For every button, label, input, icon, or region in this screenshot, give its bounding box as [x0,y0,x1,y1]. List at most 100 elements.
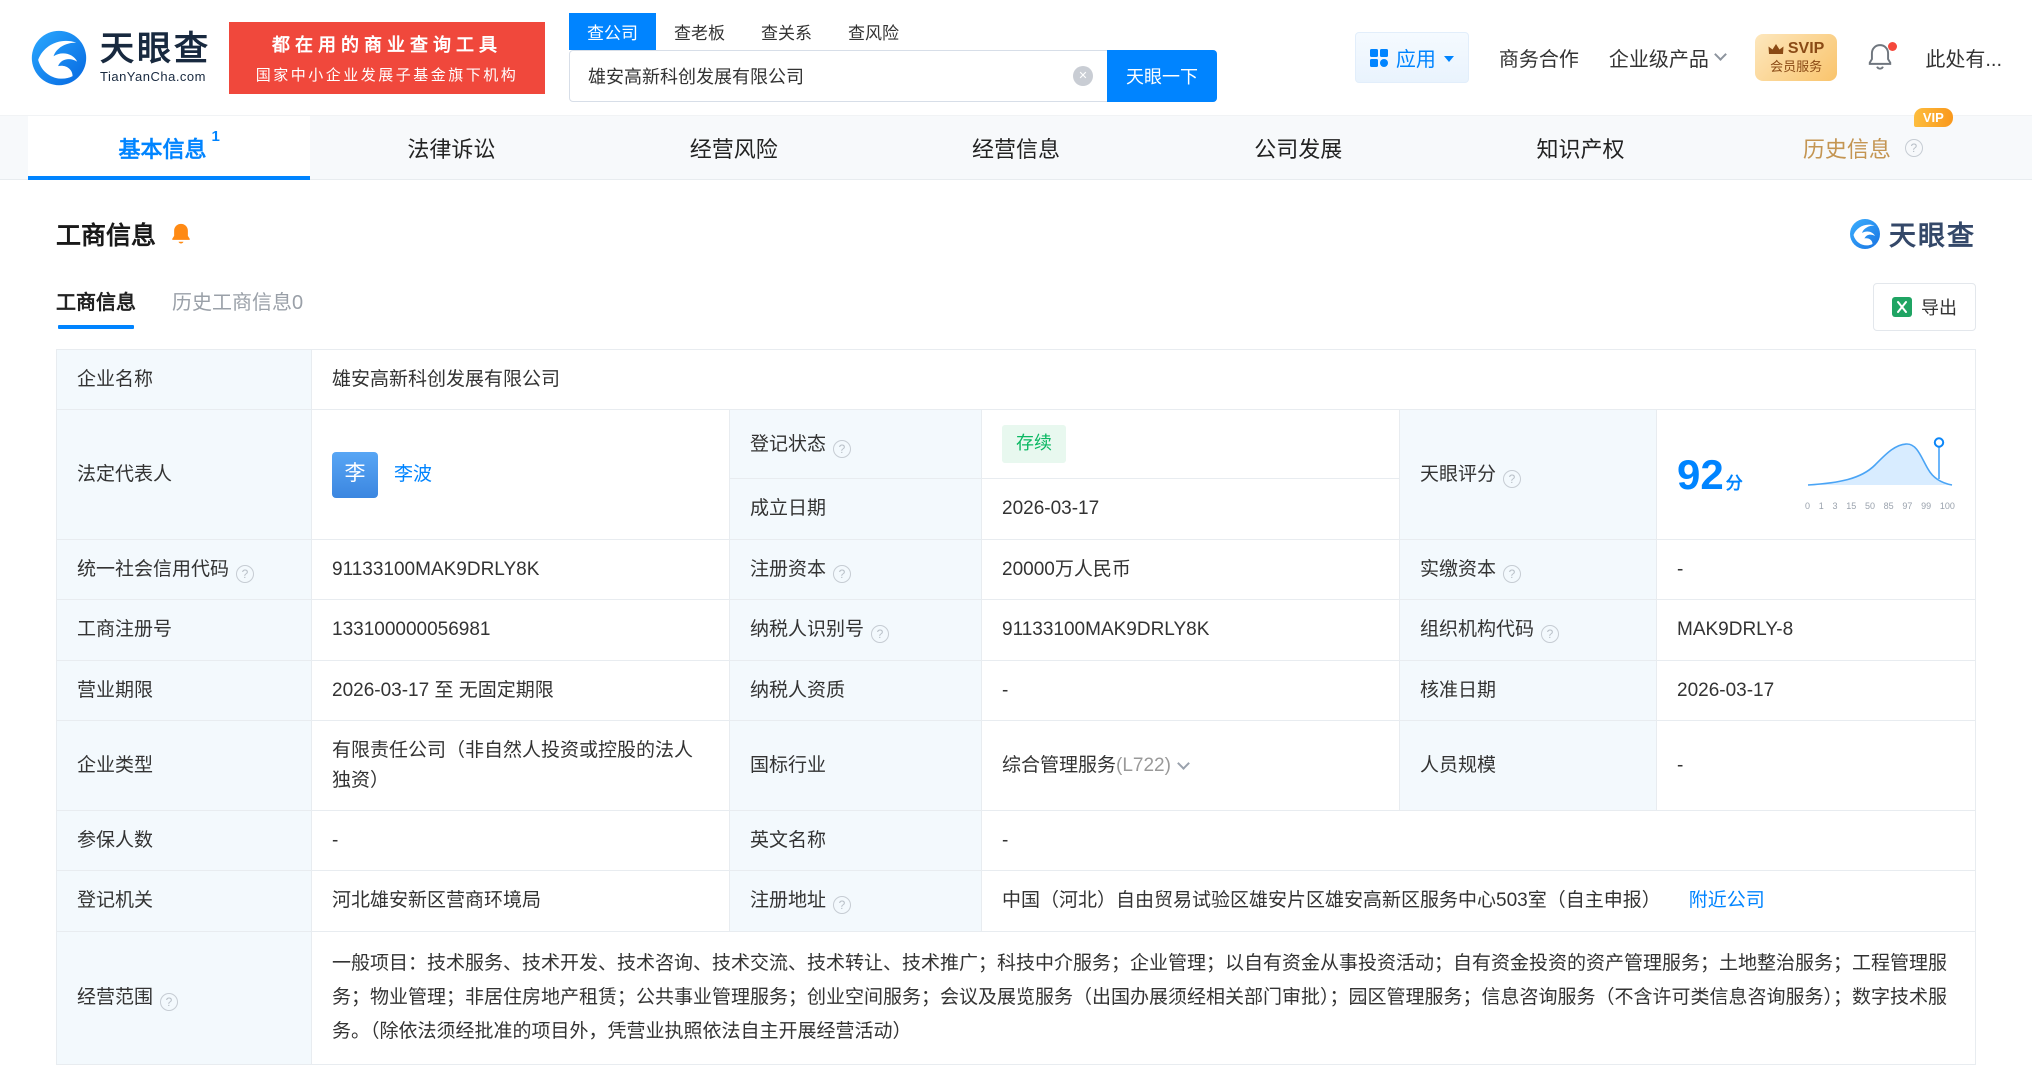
enterprise-products-menu[interactable]: 企业级产品 [1608,43,1727,72]
search-tab-company[interactable]: 查公司 [569,13,656,50]
export-label: 导出 [1921,298,1957,318]
help-icon[interactable]: ? [1503,564,1522,583]
svip-label: SVIP [1787,39,1825,57]
org-code-label: 组织机构代码? [1399,599,1657,661]
nearby-companies-link[interactable]: 附近公司 [1689,886,1765,915]
help-icon[interactable]: ? [1904,138,1923,157]
tab-label: 法律诉讼 [407,136,496,162]
tab-history-info[interactable]: 历史信息 ? VIP [1722,107,2004,179]
help-icon[interactable]: ? [1541,625,1560,644]
notifications-bell[interactable] [1867,41,1898,73]
score-value-cell: 92 分 0 1 3 15 50 85 97 99 100 [1656,409,1976,540]
subtab-history-business-info[interactable]: 历史工商信息0 [172,286,303,329]
tab-count: 1 [211,128,220,145]
staff-size-value: - [1656,720,1976,811]
table-row: 经营范围? 一般项目：技术服务、技术开发、技术咨询、技术交流、技术转让、技术推广… [56,930,1976,1065]
tab-operating-info[interactable]: 经营信息 [875,116,1157,179]
address-label: 注册地址? [729,870,982,932]
search-input[interactable] [570,51,1073,101]
main-content: 工商信息 天眼查 工商信息 历史工商信息0 导出 企业名称 雄安高新科创发展有限… [0,214,2032,1065]
score-label: 天眼评分? [1399,409,1657,540]
business-info-table: 企业名称 雄安高新科创发展有限公司 法定代表人 李 李波 登记状态? 存续 天眼… [56,348,1976,1065]
reg-authority-value: 河北雄安新区营商环境局 [311,870,730,932]
table-row: 法定代表人 李 李波 登记状态? 存续 天眼评分? 92 分 0 1 3 15 … [56,409,1976,540]
business-term-value: 2026-03-17 至 无固定期限 [311,659,730,722]
staff-size-label: 人员规模 [1399,720,1657,811]
legal-rep-value: 李 李波 [311,409,730,540]
help-icon[interactable]: ? [833,896,852,915]
search-tab-risk[interactable]: 查风险 [830,13,917,50]
legal-rep-avatar[interactable]: 李 [332,451,378,498]
insured-count-label: 参保人数 [56,809,312,872]
search-box: ✕ 天眼一下 [569,50,1217,102]
tab-operating-risk[interactable]: 经营风险 [593,116,875,179]
tianyancha-eye-icon [1850,218,1880,249]
tab-basic-info[interactable]: 基本信息 1 [28,116,311,180]
insured-count-value: - [311,809,730,872]
clear-search-icon[interactable]: ✕ [1073,66,1093,86]
business-term-label: 营业期限 [56,659,312,722]
vip-badge: VIP [1913,107,1953,127]
tab-company-development[interactable]: 公司发展 [1157,116,1439,179]
search-tab-relation[interactable]: 查关系 [743,13,830,50]
tab-label: 知识产权 [1536,136,1625,162]
score-number: 92 分 [1677,451,1743,499]
section-header: 工商信息 天眼查 [56,214,1976,253]
company-type-value: 有限责任公司（非自然人投资或控股的法人独资） [311,720,730,811]
help-icon[interactable]: ? [833,439,852,458]
logo-text: 天眼查 TianYanCha.com [100,30,211,84]
apps-grid-icon [1369,48,1388,67]
legal-rep-name-link[interactable]: 李波 [394,460,432,489]
tab-label: 历史信息 [1802,136,1891,162]
tab-intellectual-property[interactable]: 知识产权 [1439,116,1721,179]
company-name-value: 雄安高新科创发展有限公司 [311,348,1976,411]
english-name-value: - [981,809,1976,872]
approval-date-label: 核准日期 [1399,659,1657,722]
search-button[interactable]: 天眼一下 [1107,50,1217,102]
help-icon[interactable]: ? [236,564,255,583]
tab-label: 基本信息 [118,136,207,162]
excel-icon [1892,297,1912,317]
subtab-count: 0 [292,291,304,314]
score-axis: 0 1 3 15 50 85 97 99 100 [1805,500,1955,511]
search-tabs: 查公司 查老板 查关系 查风险 [569,13,1217,50]
credit-code-value: 91133100MAK9DRLY8K [311,538,730,601]
site-logo[interactable]: 天眼查 TianYanCha.com [30,29,211,87]
industry-code: (L722) [1116,754,1171,776]
table-row: 统一社会信用代码? 91133100MAK9DRLY8K 注册资本? 20000… [56,538,1976,601]
subtab-business-info[interactable]: 工商信息 [56,286,136,329]
monitor-bell-icon[interactable] [170,222,192,246]
chevron-down-icon[interactable] [1177,756,1190,770]
tab-legal-proceedings[interactable]: 法律诉讼 [310,116,592,179]
taxpayer-quality-label: 纳税人资质 [729,659,982,722]
help-icon[interactable]: ? [1503,469,1522,488]
subtab-row: 工商信息 历史工商信息0 导出 [56,283,1976,331]
business-coop-link[interactable]: 商务合作 [1499,43,1579,72]
business-scope-label: 经营范围? [56,930,312,1065]
table-row: 企业名称 雄安高新科创发展有限公司 [56,348,1976,411]
brand-name: 天眼查 [100,30,211,69]
help-icon[interactable]: ? [871,625,890,644]
apps-menu-button[interactable]: 应用 [1354,32,1469,83]
industry-value: 综合管理服务 (L722) [981,720,1400,811]
search-area: 查公司 查老板 查关系 查风险 ✕ 天眼一下 [569,13,1217,102]
banner-line2: 国家中小企业发展子基金旗下机构 [255,66,519,84]
watermark-text: 天眼查 [1889,221,1976,251]
banner-line1: 都在用的商业查询工具 [272,34,502,55]
score-unit: 分 [1725,474,1743,494]
legal-rep-label: 法定代表人 [56,409,312,540]
search-tab-boss[interactable]: 查老板 [656,13,743,50]
help-icon[interactable]: ? [833,564,852,583]
user-menu[interactable]: 此处有... [1925,43,2002,72]
export-button[interactable]: 导出 [1873,283,1976,331]
industry-label: 国标行业 [729,720,982,811]
svip-member-label: 会员服务 [1770,59,1823,75]
brand-domain: TianYanCha.com [100,68,206,84]
business-scope-value: 一般项目：技术服务、技术开发、技术咨询、技术交流、技术转让、技术推广；科技中介服… [311,930,1976,1065]
svip-member-badge[interactable]: SVIP 会员服务 [1754,33,1838,82]
credit-code-label: 统一社会信用代码? [56,538,312,601]
header-right-nav: 应用 商务合作 企业级产品 SVIP 会员服务 此处有... [1354,32,2002,83]
reg-status-value: 存续 [981,409,1400,480]
help-icon[interactable]: ? [160,993,179,1012]
enterprise-products-label: 企业级产品 [1608,49,1709,71]
